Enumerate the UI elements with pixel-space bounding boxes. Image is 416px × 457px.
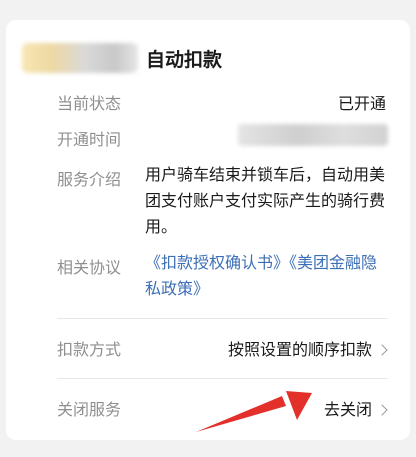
annotation-arrow (196, 391, 312, 432)
annotation-arrow-head (286, 391, 312, 420)
annotation-arrow-shaft (196, 396, 286, 432)
